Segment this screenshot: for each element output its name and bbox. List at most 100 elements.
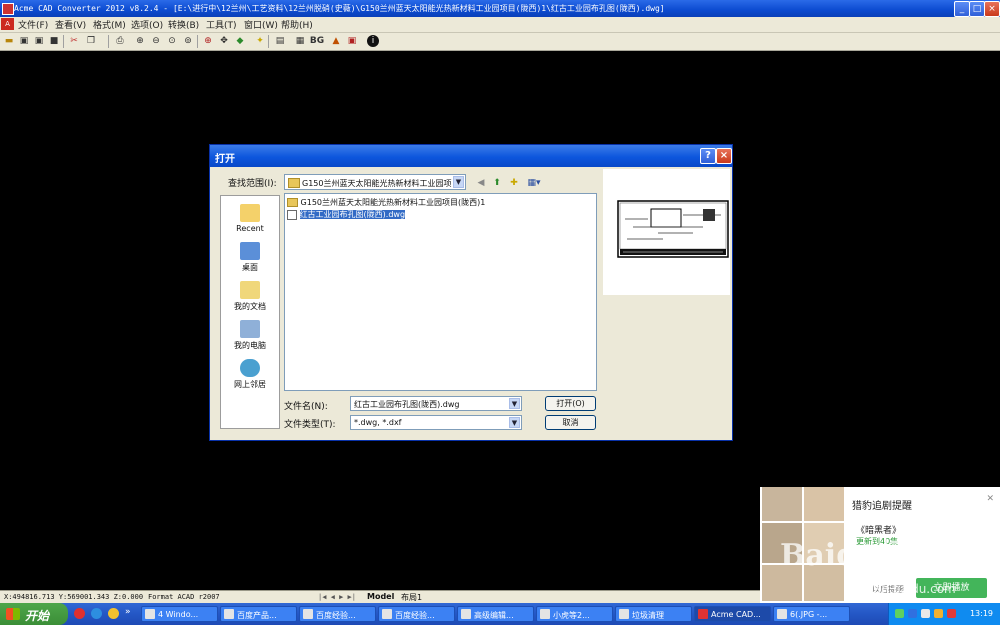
place-desktop[interactable]: 桌面 <box>221 242 279 273</box>
app-icon <box>2 3 14 15</box>
drawing-preview <box>617 200 729 258</box>
new-folder-icon[interactable]: ✚ <box>508 178 520 189</box>
chevron-down-icon[interactable]: ▼ <box>453 176 464 188</box>
menu-file[interactable]: 文件(F) <box>18 18 48 31</box>
quicklaunch-ie-icon[interactable] <box>91 608 102 619</box>
menu-convert[interactable]: 转换(B) <box>168 18 199 31</box>
tray-ime-icon[interactable] <box>934 609 943 618</box>
print-icon[interactable]: ⎙ <box>114 35 126 47</box>
place-recent[interactable]: Recent <box>221 204 279 233</box>
close-file-icon[interactable]: ■ <box>48 35 60 47</box>
preview-pane <box>603 169 730 295</box>
lookin-value: G150兰州蓝天太阳能光热新材料工业园项 <box>302 179 452 188</box>
zoom-in-icon[interactable]: ⊕ <box>134 35 146 47</box>
ie-icon <box>224 609 234 619</box>
lookin-combo[interactable]: G150兰州蓝天太阳能光热新材料工业园项 ▼ <box>284 174 466 190</box>
dialog-titlebar: 打开 ? × <box>210 145 732 167</box>
menu-bar: A 文件(F) 查看(V) 格式(M) 选项(O) 转换(B) 工具(T) 窗口… <box>0 17 1000 33</box>
place-network[interactable]: 网上邻居 <box>221 359 279 390</box>
folder-icon <box>287 198 298 207</box>
task-baidu-jingyan-1[interactable]: 百度经验... <box>299 606 376 622</box>
quicklaunch-qq-icon[interactable] <box>108 608 119 619</box>
zoom-out-icon[interactable]: ⊖ <box>150 35 162 47</box>
places-bar: Recent 桌面 我的文档 我的电脑 网上邻居 <box>220 195 280 429</box>
file-name: 红古工业园布孔图(陇西).dwg <box>299 210 406 219</box>
menu-window[interactable]: 窗口(W) <box>244 18 278 31</box>
start-button[interactable]: 开始 <box>0 603 68 625</box>
maximize-button[interactable]: □ <box>969 1 985 17</box>
menu-options[interactable]: 选项(O) <box>131 18 163 31</box>
task-baidu-product[interactable]: 百度产品... <box>220 606 297 622</box>
about-icon[interactable]: i <box>367 35 379 47</box>
zoom-window-icon[interactable]: ⊙ <box>166 35 178 47</box>
task-windows-explorer[interactable]: 4 Windo... <box>141 606 218 622</box>
folder-icon <box>145 609 155 619</box>
menu-help[interactable]: 帮助(H) <box>281 18 313 31</box>
tab-model[interactable]: Model <box>367 592 394 601</box>
filename-input[interactable]: 红古工业园布孔图(陇西).dwg ▼ <box>350 396 522 411</box>
quicklaunch-opera-icon[interactable] <box>74 608 85 619</box>
clock: 13:19 <box>969 609 993 618</box>
tray-network-icon[interactable] <box>895 609 904 618</box>
popup-close-icon[interactable]: ✕ <box>986 494 994 504</box>
cancel-button[interactable]: 取消 <box>545 415 596 430</box>
warning-icon[interactable]: ▲ <box>330 35 342 47</box>
cleanup-icon <box>619 609 629 619</box>
place-computer[interactable]: 我的电脑 <box>221 320 279 351</box>
task-image-viewer[interactable]: 6(.JPG -... <box>773 606 850 622</box>
help-icon[interactable]: ? <box>700 148 716 164</box>
bg-color-button[interactable]: BG <box>309 35 325 47</box>
baidu-watermark-url: jingyan.baidu.com <box>845 582 956 596</box>
pan-icon[interactable]: ✥ <box>218 35 230 47</box>
place-documents[interactable]: 我的文档 <box>221 281 279 312</box>
copy-icon[interactable]: ❐ <box>85 35 97 47</box>
close-button[interactable]: × <box>984 1 1000 17</box>
layer-icon[interactable]: ✦ <box>254 35 266 47</box>
task-label: 4 Windo... <box>158 610 199 619</box>
minimize-button[interactable]: _ <box>954 1 970 17</box>
baidu-watermark-logo: Baidu经验 <box>780 538 939 573</box>
save-as-icon[interactable]: ▣ <box>33 35 45 47</box>
view-menu-icon[interactable]: ▦▾ <box>525 178 543 189</box>
tab-layout[interactable]: 布局1 <box>401 592 422 603</box>
toolbar: ▬ ▣ ▣ ■ ✂ ❐ ⎙ ⊕ ⊖ ⊙ ⊚ ⊕ ✥ ◆ ✦ ▤ ▦ BG ▲ ▣… <box>0 33 1000 51</box>
text-style-icon[interactable]: ▤ <box>274 35 286 47</box>
chevron-down-icon[interactable]: ▼ <box>509 398 520 409</box>
tray-update-icon[interactable] <box>947 609 956 618</box>
quicklaunch-more-icon[interactable]: » <box>125 607 131 617</box>
up-folder-icon[interactable]: ⬆ <box>491 178 503 189</box>
save-icon[interactable]: ▣ <box>18 35 30 47</box>
task-baidu-jingyan-2[interactable]: 百度经验... <box>378 606 455 622</box>
task-xiaohu[interactable]: 小虎等2... <box>536 606 613 622</box>
background-icon[interactable]: ▦ <box>294 35 306 47</box>
filetype-select[interactable]: *.dwg, *.dxf ▼ <box>350 415 522 430</box>
tray-volume-icon[interactable] <box>921 609 930 618</box>
file-list[interactable]: G150兰州蓝天太阳能光热新材料工业园项目(陇西)1 红古工业园布孔图(陇西).… <box>284 193 597 391</box>
window-titlebar: Acme CAD Converter 2012 v8.2.4 - [E:\进行中… <box>0 0 1000 17</box>
back-icon[interactable]: ◀ <box>475 178 487 189</box>
cut-icon[interactable]: ✂ <box>68 35 80 47</box>
ie-icon <box>461 609 471 619</box>
menu-format[interactable]: 格式(M) <box>93 18 126 31</box>
open-folder-icon[interactable]: ▬ <box>3 35 15 47</box>
menu-tools[interactable]: 工具(T) <box>206 18 237 31</box>
3d-view-icon[interactable]: ◆ <box>234 35 246 47</box>
batch-convert-icon[interactable]: ▣ <box>346 35 358 47</box>
list-item[interactable]: G150兰州蓝天太阳能光热新材料工业园项目(陇西)1 <box>287 197 485 208</box>
menu-view[interactable]: 查看(V) <box>55 18 86 31</box>
dialog-close-button[interactable]: × <box>716 148 732 164</box>
task-acme-cad[interactable]: Acme CAD... <box>694 606 771 622</box>
tray-security-icon[interactable] <box>908 609 917 618</box>
task-label: 高级编辑... <box>474 611 514 620</box>
task-advanced-edit[interactable]: 高级编辑... <box>457 606 534 622</box>
task-cleanup[interactable]: 垃圾清理 <box>615 606 692 622</box>
start-label: 开始 <box>25 609 50 623</box>
list-item-selected[interactable]: 红古工业园布孔图(陇西).dwg <box>287 209 406 220</box>
open-button[interactable]: 打开(O) <box>545 396 596 411</box>
task-label: 垃圾清理 <box>632 611 664 620</box>
zoom-extents-icon[interactable]: ⊚ <box>182 35 194 47</box>
tab-nav-arrows[interactable]: |◀ ◀ ▶ ▶| <box>318 593 356 601</box>
zoom-realtime-icon[interactable]: ⊕ <box>202 35 214 47</box>
recent-folder-icon <box>240 204 260 222</box>
chevron-down-icon[interactable]: ▼ <box>509 417 520 428</box>
